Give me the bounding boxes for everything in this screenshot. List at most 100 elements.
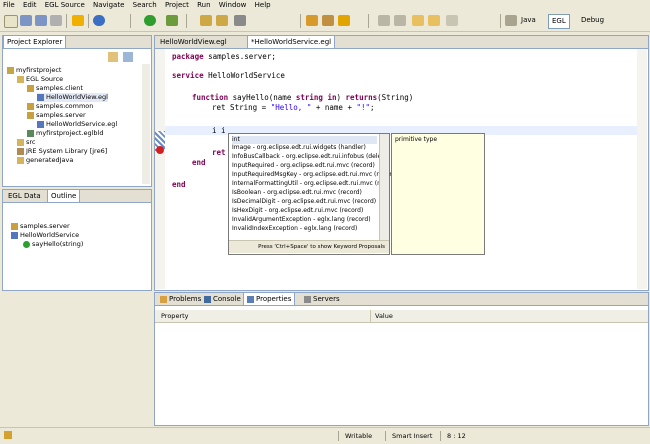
toolbar-separator: [300, 14, 301, 28]
tree-item[interactable]: HelloWorldService.egl: [37, 120, 117, 129]
new-package-icon[interactable]: [200, 15, 212, 26]
menu-search[interactable]: Search: [130, 0, 160, 9]
tree-item[interactable]: JRE System Library [jre6]: [17, 147, 107, 156]
menu-help[interactable]: Help: [252, 0, 274, 9]
tab-helloworldservice[interactable]: *HelloWorldService.egl: [247, 35, 336, 48]
new-class-icon[interactable]: [216, 15, 228, 26]
content-assist-hint: Press 'Ctrl+Space' to show Keyword Propo…: [229, 240, 389, 253]
code-line-3[interactable]: function sayHello(name string in) return…: [192, 93, 413, 102]
proposal-item[interactable]: InvalidIndexException - eglx.lang (recor…: [232, 225, 357, 233]
menu-bar: File Edit EGL Source Navigate Search Pro…: [0, 0, 650, 11]
tree-item[interactable]: generatedJava: [17, 156, 73, 165]
proposal-scrollbar[interactable]: [379, 134, 389, 240]
new-icon[interactable]: [4, 15, 18, 28]
print-icon[interactable]: [50, 15, 62, 26]
back-icon[interactable]: [428, 15, 440, 26]
menu-edit[interactable]: Edit: [20, 0, 40, 9]
tab-problems[interactable]: Problems: [157, 293, 204, 305]
open-folder-icon[interactable]: [306, 15, 318, 26]
tab-helloworldview[interactable]: HelloWorldView.egl: [157, 36, 230, 48]
next-annotation-icon[interactable]: [378, 15, 390, 26]
forward-icon[interactable]: [446, 15, 458, 26]
proposal-item[interactable]: Image - org.eclipse.edt.rui.widgets (han…: [232, 144, 366, 152]
tab-console[interactable]: Console: [201, 293, 244, 305]
column-value[interactable]: Value: [375, 312, 393, 320]
proposal-item[interactable]: InvalidArgumentException - eglx.lang (re…: [232, 216, 371, 224]
code-line-8[interactable]: end: [172, 180, 186, 189]
tree-item[interactable]: HelloWorldView.egl: [37, 93, 108, 102]
proposal-item[interactable]: IsBoolean - org.eclipse.edt.rui.mvc (rec…: [232, 189, 362, 197]
tab-servers[interactable]: Servers: [301, 293, 343, 305]
package-icon: [27, 111, 34, 119]
save-all-icon[interactable]: [35, 15, 47, 26]
proposal-item[interactable]: int: [232, 136, 377, 144]
source-folder-icon: [17, 138, 24, 146]
menu-navigate[interactable]: Navigate: [90, 0, 127, 9]
outline-item[interactable]: samples.server: [11, 222, 70, 231]
menu-file[interactable]: File: [0, 0, 18, 9]
perspective-egl[interactable]: EGL: [548, 14, 570, 29]
content-assist-list: int Image - org.eclipse.edt.rui.widgets …: [229, 136, 398, 238]
tree-item[interactable]: samples.client: [27, 84, 83, 93]
code-line-4[interactable]: ret String = "Hello, " + name + "!";: [212, 103, 375, 112]
status-insert-mode: Smart Insert: [385, 431, 442, 441]
editor-gutter: [155, 49, 165, 289]
properties-icon: [247, 295, 254, 303]
outline-item[interactable]: sayHello(string): [23, 240, 83, 249]
pencil-icon[interactable]: [338, 15, 350, 26]
menu-project[interactable]: Project: [162, 0, 192, 9]
code-line-5[interactable]: i i: [212, 126, 226, 135]
code-line-2[interactable]: service HelloWorldService: [172, 71, 285, 80]
overview-ruler[interactable]: [637, 49, 647, 289]
error-icon[interactable]: [156, 146, 164, 154]
proposal-item[interactable]: IsDecimalDigit - org.eclipse.edt.rui.mvc…: [232, 198, 376, 206]
run-icon[interactable]: [144, 15, 156, 26]
tree-item[interactable]: EGL Source: [17, 75, 63, 84]
proposal-item[interactable]: InputRequiredMsgKey - org.eclipse.edt.ru…: [232, 171, 398, 179]
bottom-panel: Problems Console Properties Servers Prop…: [154, 292, 649, 426]
tree-item[interactable]: myfirstproject: [7, 66, 61, 75]
proposal-item[interactable]: IsHexDigit - org.eclipse.edt.rui.mvc (re…: [232, 207, 363, 215]
tab-egl-data[interactable]: EGL Data: [5, 190, 44, 202]
explorer-scrollbar[interactable]: [142, 64, 150, 184]
tab-project-explorer[interactable]: Project Explorer: [3, 35, 67, 48]
menu-egl-source[interactable]: EGL Source: [42, 0, 88, 9]
menu-run[interactable]: Run: [194, 0, 213, 9]
menu-window[interactable]: Window: [216, 0, 250, 9]
proposal-item[interactable]: InternalFormattingUtil - org.eclipse.edt…: [232, 180, 380, 188]
code-line-1[interactable]: package samples.server;: [172, 52, 276, 61]
toolbar-separator: [186, 14, 187, 28]
globe-icon[interactable]: [93, 15, 105, 26]
proposal-item[interactable]: InputRequired - org.eclipse.edt.rui.mvc …: [232, 162, 375, 170]
servers-icon: [304, 295, 311, 303]
open-perspective-icon[interactable]: [505, 15, 517, 26]
tree-item[interactable]: samples.common: [27, 102, 93, 111]
tab-outline[interactable]: Outline: [47, 189, 81, 202]
tab-properties[interactable]: Properties: [243, 292, 296, 305]
collapse-all-icon[interactable]: [108, 52, 118, 62]
open-resource-icon[interactable]: [234, 15, 246, 26]
column-property[interactable]: Property: [161, 312, 189, 320]
code-line-6[interactable]: ret: [212, 148, 226, 157]
open-type-icon[interactable]: [72, 15, 84, 26]
tree-item[interactable]: samples.server: [27, 111, 86, 120]
last-edit-icon[interactable]: [412, 15, 424, 26]
toolbar-separator: [130, 14, 131, 28]
tree-item[interactable]: src: [17, 138, 36, 147]
task-icon[interactable]: [322, 15, 334, 26]
code-line-7[interactable]: end: [192, 158, 206, 167]
tree-item[interactable]: myfirstproject.eglbld: [27, 129, 104, 138]
proposal-item[interactable]: InfoBusCallback - org.eclipse.edt.rui.in…: [232, 153, 381, 161]
library-icon: [17, 147, 24, 155]
previous-annotation-icon[interactable]: [394, 15, 406, 26]
save-icon[interactable]: [20, 15, 32, 26]
debug-icon[interactable]: [166, 15, 178, 26]
fast-view-icon[interactable]: [4, 431, 12, 439]
perspective-java[interactable]: Java: [518, 14, 539, 27]
outline-item[interactable]: HelloWorldService: [11, 231, 79, 240]
link-editor-icon[interactable]: [123, 52, 133, 62]
perspective-debug[interactable]: Debug: [578, 14, 607, 27]
editor-tabbar: HelloWorldView.egl *HelloWorldService.eg…: [155, 35, 648, 49]
column-divider[interactable]: [370, 310, 371, 322]
function-icon: [23, 240, 30, 248]
